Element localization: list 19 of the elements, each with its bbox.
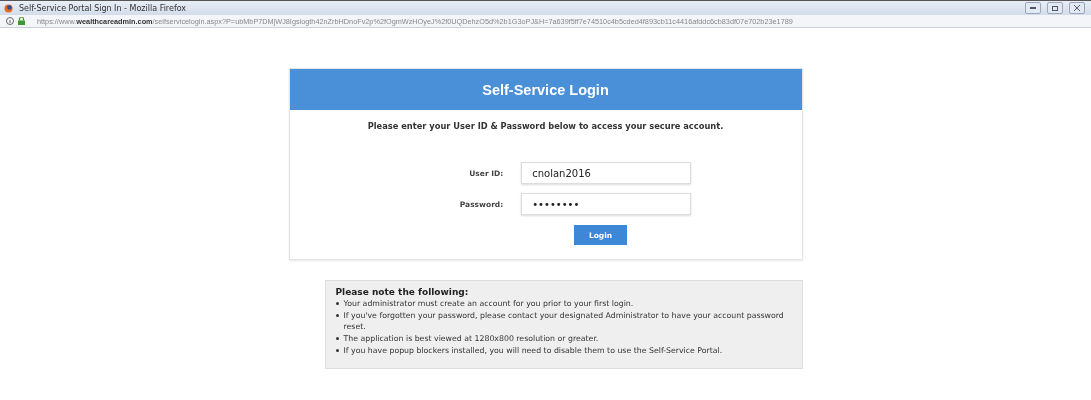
intro-text: Please enter your User ID & Password below to access your secure account. [367,121,724,131]
bullet-icon [335,302,339,305]
card-header: Self-Service Login [289,69,802,110]
bullet-icon [335,337,339,340]
lock-icon [18,17,25,25]
browser-logo-icon [4,3,13,13]
restore-icon [1051,5,1059,11]
close-button[interactable] [1069,2,1085,14]
input-field[interactable]: cnolan2016 [521,162,692,184]
info-icon [6,17,14,25]
bullet-icon [335,314,339,317]
close-icon [1074,5,1080,11]
input-field[interactable]: •••••••• [521,193,692,215]
minimize-button[interactable] [1025,2,1041,14]
notes-heading: Please note the following: [335,287,470,297]
window-title: Self-Service Portal Sign In - Mozilla Firefox [19,3,188,13]
minimize-icon [1030,6,1036,10]
restore-button[interactable] [1047,2,1063,14]
bullet-icon [335,349,339,352]
